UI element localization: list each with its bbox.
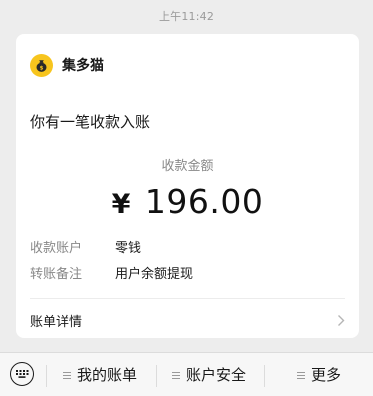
- menu-lines-icon: [297, 366, 305, 384]
- menu-item-label: 账户安全: [186, 366, 247, 384]
- money-bag-icon: $: [30, 53, 53, 77]
- info-row-key: 收款账户: [30, 241, 83, 256]
- info-row-value: 用户余额提现: [115, 267, 194, 282]
- menu-separator: [46, 365, 47, 387]
- chevron-right-icon[interactable]: [337, 312, 345, 331]
- amount-value: ¥196.00: [16, 182, 359, 221]
- menu-separator: [264, 365, 265, 387]
- info-row-value: 零钱: [115, 241, 142, 256]
- bottom-menu-bar: 我的账单 账户安全 更多: [0, 352, 373, 396]
- keyboard-icon[interactable]: [10, 362, 34, 386]
- menu-item-label: 更多: [311, 366, 342, 384]
- info-row-account: 收款账户 零钱: [30, 237, 141, 256]
- bill-detail-link[interactable]: 账单详情: [30, 311, 82, 330]
- divider: [30, 298, 345, 299]
- amount-label: 收款金额: [161, 159, 214, 174]
- menu-lines-icon: [172, 366, 180, 384]
- svg-text:$: $: [40, 65, 44, 71]
- app-name: 集多猫: [62, 58, 104, 74]
- currency-symbol: ¥: [111, 189, 131, 220]
- message-timestamp: 上午11:42: [158, 10, 215, 23]
- amount-number: 196.00: [144, 182, 264, 221]
- menu-separator: [156, 365, 157, 387]
- info-row-remark: 转账备注 用户余额提现: [30, 263, 193, 282]
- menu-item-account-security[interactable]: 账户安全: [172, 364, 246, 385]
- notification-title: 你有一笔收款入账: [30, 113, 151, 131]
- info-row-key: 转账备注: [30, 267, 83, 282]
- card-header[interactable]: $ 集多猫: [30, 53, 104, 77]
- menu-lines-icon: [63, 366, 71, 384]
- menu-item-label: 我的账单: [77, 366, 138, 384]
- menu-item-more[interactable]: 更多: [297, 364, 341, 385]
- menu-item-my-bill[interactable]: 我的账单: [63, 364, 137, 385]
- payment-notification-card[interactable]: $ 集多猫 你有一笔收款入账 收款金额 ¥196.00 收款账户 零钱 转账备注 用…: [16, 34, 359, 338]
